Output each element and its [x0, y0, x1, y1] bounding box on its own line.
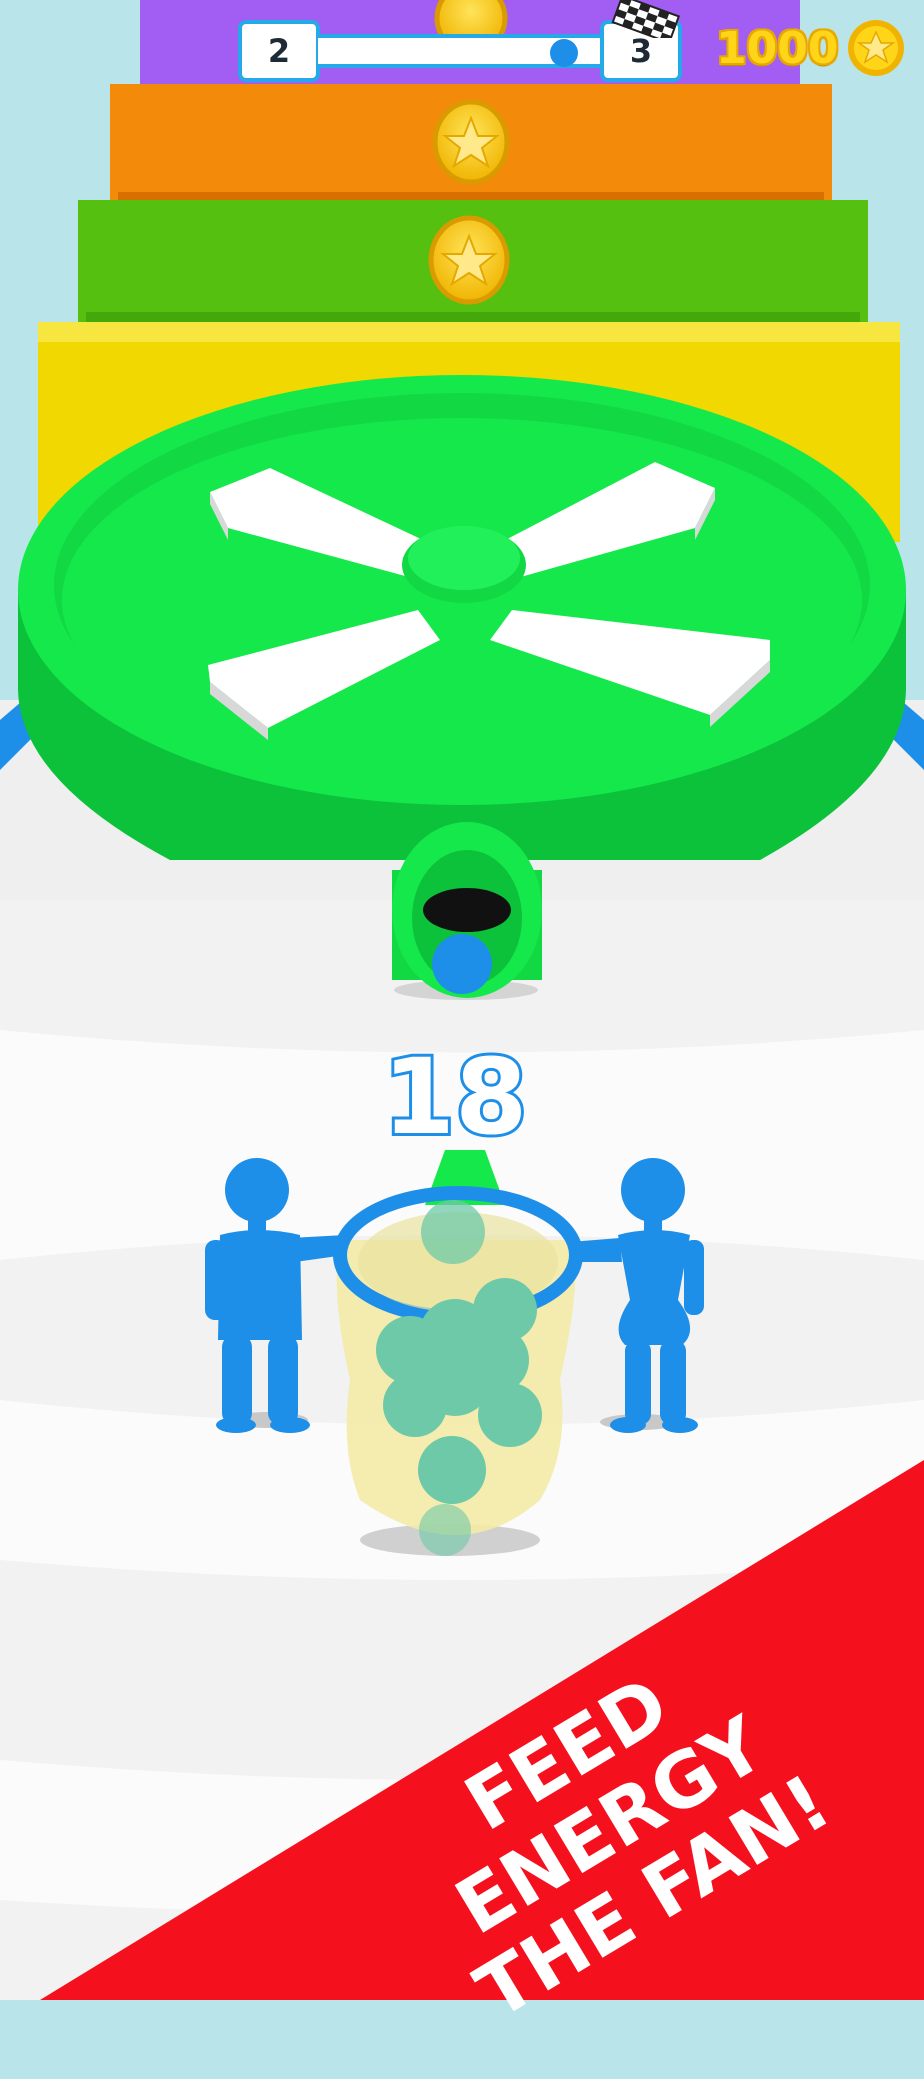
fan-intake-pipe	[392, 822, 542, 1000]
coin-pickup	[432, 99, 510, 185]
ball-count-label: 18	[380, 1036, 531, 1158]
coin-counter: 1000	[716, 23, 839, 74]
coin-icon	[848, 20, 904, 76]
level-progress-bar	[318, 34, 604, 68]
finish-flag-icon	[611, 0, 681, 38]
progress-indicator	[550, 39, 579, 67]
coin-pickup	[428, 215, 510, 305]
current-level-box: 2	[238, 20, 320, 82]
hud-bar: 2 3 1000	[0, 0, 924, 110]
